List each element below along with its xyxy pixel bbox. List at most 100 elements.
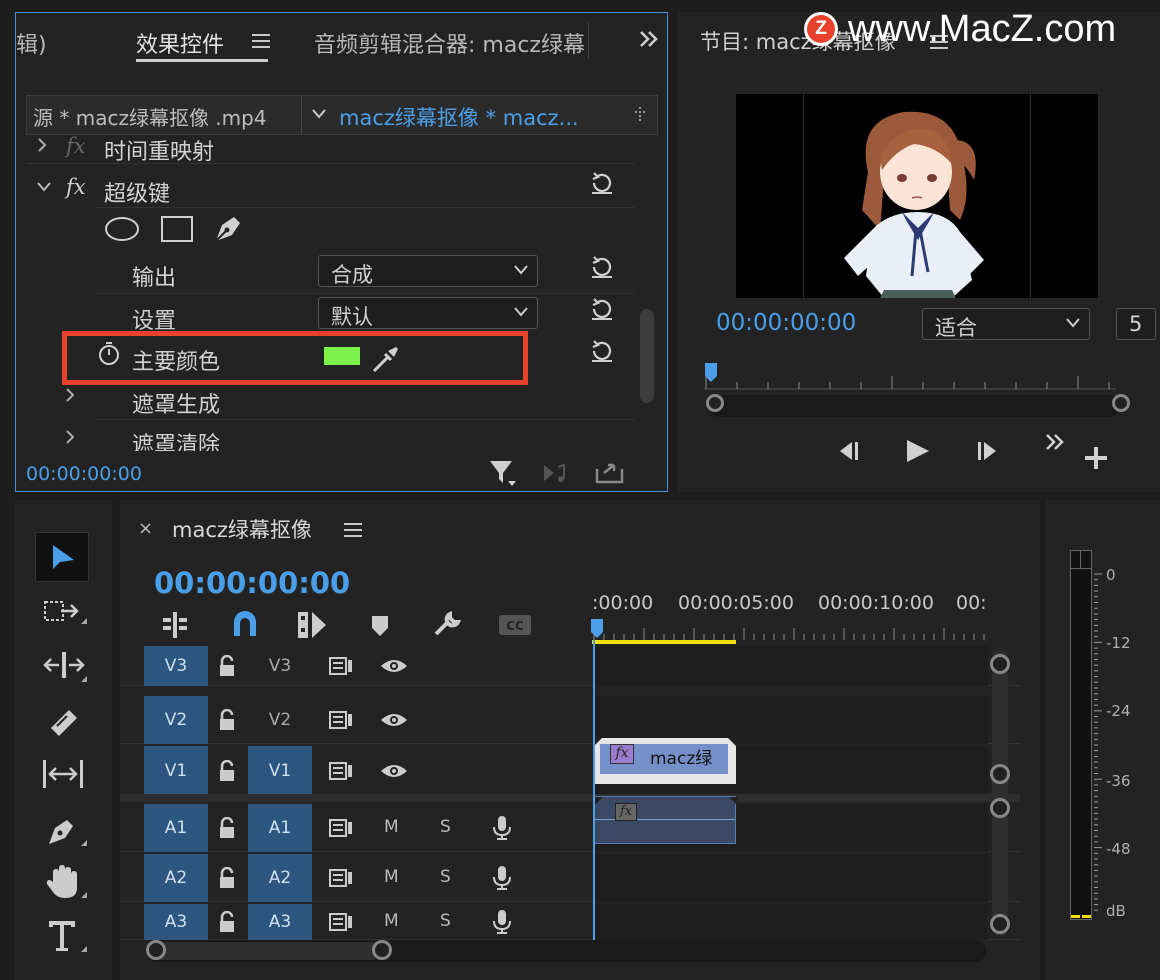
scroll-handle-right[interactable]	[372, 940, 392, 960]
step-forward-icon[interactable]	[974, 440, 1002, 462]
source-patch-a1[interactable]: A1	[144, 804, 208, 852]
source-patch-v1[interactable]: V1	[144, 746, 208, 796]
zoom-handle[interactable]	[990, 654, 1010, 674]
fx-icon[interactable]: fx	[66, 134, 86, 158]
play-audio-icon[interactable]	[542, 461, 574, 485]
sequence-title[interactable]: macz绿幕抠像	[172, 514, 312, 544]
tab-audio-clip-mixer[interactable]: 音频剪辑混合器: macz绿幕	[314, 27, 585, 59]
work-area-bar[interactable]	[592, 640, 736, 644]
track-row[interactable]: V3 V3	[120, 646, 1020, 686]
ellipse-mask-icon[interactable]	[104, 215, 140, 243]
razor-icon[interactable]	[45, 704, 81, 740]
track-target-a3[interactable]: A3	[248, 904, 312, 940]
vertical-zoom-bar[interactable]	[992, 650, 1008, 936]
ripple-edit-icon[interactable]	[41, 650, 87, 684]
selection-tool[interactable]	[35, 532, 89, 582]
panel-menu-icon[interactable]	[344, 522, 362, 538]
zoom-handle[interactable]	[990, 798, 1010, 818]
source-patch-v3[interactable]: V3	[144, 646, 208, 686]
source-patch-a2[interactable]: A2	[144, 854, 208, 902]
playhead-marker-icon[interactable]	[590, 618, 604, 640]
solo-button[interactable]: S	[440, 911, 451, 931]
expand-chevron-icon[interactable]	[64, 429, 76, 445]
scrollbar-thumb[interactable]	[148, 942, 380, 960]
export-icon[interactable]	[594, 459, 626, 485]
lock-icon[interactable]	[218, 760, 236, 782]
step-back-icon[interactable]	[834, 440, 862, 462]
filter-icon[interactable]	[488, 459, 518, 487]
scroll-handle-left[interactable]	[146, 940, 166, 960]
zoom-scrollbar[interactable]	[708, 395, 1120, 417]
track-lane[interactable]	[594, 696, 988, 744]
source-clip-label[interactable]: 源 * macz绿幕抠像 .mp4	[33, 102, 267, 131]
lock-icon[interactable]	[218, 867, 236, 889]
reset-icon[interactable]	[588, 295, 616, 323]
chevron-down-icon[interactable]	[311, 108, 327, 120]
track-lane[interactable]	[594, 854, 988, 902]
program-ruler[interactable]	[704, 368, 1116, 390]
mute-button[interactable]: M	[384, 817, 399, 837]
track-target-v3[interactable]: V3	[248, 646, 312, 686]
pen-mask-icon[interactable]	[212, 211, 246, 245]
mute-button[interactable]: M	[384, 867, 399, 887]
zoom-handle-right[interactable]	[1112, 394, 1130, 412]
reset-icon[interactable]	[588, 169, 616, 197]
video-clip[interactable]: fx macz绿	[594, 738, 736, 784]
expand-chevron-icon[interactable]	[36, 137, 48, 153]
lock-icon[interactable]	[218, 655, 236, 677]
microphone-icon[interactable]	[492, 865, 512, 891]
time-ruler[interactable]: :00:00 00:00:05:00 00:00:10:00 00:	[590, 592, 990, 622]
track-row[interactable]: V1 V1	[120, 746, 1020, 796]
lock-icon[interactable]	[218, 709, 236, 731]
peak-indicator[interactable]	[1081, 551, 1091, 569]
play-icon[interactable]	[904, 438, 932, 464]
zoom-handle[interactable]	[990, 914, 1010, 934]
lock-icon[interactable]	[218, 911, 236, 933]
sync-lock-icon[interactable]	[328, 761, 354, 781]
sync-lock-icon[interactable]	[328, 818, 354, 838]
track-row[interactable]: A3 A3 M S	[120, 904, 1020, 940]
audio-clip[interactable]: fx	[594, 796, 737, 844]
sequence-timecode[interactable]: 00:00:00:00	[154, 566, 350, 600]
zoom-handle-left[interactable]	[706, 394, 724, 412]
reset-icon[interactable]	[588, 337, 616, 365]
video-frame[interactable]	[736, 94, 1098, 298]
wrench-settings-icon[interactable]	[432, 610, 462, 640]
sequence-clip-label[interactable]: macz绿幕抠像 * macz...	[339, 102, 579, 132]
captions-icon[interactable]: CC	[498, 614, 532, 636]
slip-tool-icon[interactable]	[41, 758, 87, 792]
panel-menu-icon[interactable]	[252, 33, 270, 49]
tab-edit-partial[interactable]: 辑)	[16, 27, 47, 59]
solo-button[interactable]: S	[440, 867, 451, 887]
track-row[interactable]: A1 A1 M S	[120, 804, 1020, 852]
track-select-icon[interactable]	[43, 598, 87, 630]
matte-generation-label[interactable]: 遮罩生成	[132, 387, 220, 419]
resolution-dropdown[interactable]: 5	[1116, 308, 1156, 340]
peak-indicator[interactable]	[1071, 551, 1081, 569]
track-target-v1[interactable]: V1	[248, 746, 312, 796]
mute-button[interactable]: M	[384, 911, 399, 931]
track-target-a1[interactable]: A1	[248, 804, 312, 852]
time-remap-label[interactable]: 时间重映射	[104, 134, 214, 166]
linked-selection-icon[interactable]	[296, 610, 328, 640]
output-dropdown[interactable]: 合成	[318, 255, 538, 287]
add-button-icon[interactable]	[1084, 446, 1108, 470]
sync-lock-icon[interactable]	[328, 912, 354, 932]
add-marker-icon[interactable]	[370, 612, 390, 638]
expand-chevron-icon[interactable]	[64, 387, 76, 403]
reset-icon[interactable]	[588, 253, 616, 281]
eye-icon[interactable]	[380, 712, 408, 728]
snap-magnet-icon[interactable]	[230, 610, 260, 640]
pen-tool-icon[interactable]	[45, 812, 87, 848]
video-audio-divider[interactable]	[120, 794, 1020, 802]
collapse-chevron-icon[interactable]	[36, 181, 52, 193]
grip-icon[interactable]	[635, 106, 645, 122]
eye-icon[interactable]	[380, 763, 408, 779]
eye-icon[interactable]	[380, 658, 408, 674]
hand-tool-icon[interactable]	[45, 864, 87, 900]
track-lane[interactable]	[594, 904, 988, 940]
track-target-a2[interactable]: A2	[248, 854, 312, 902]
track-row[interactable]: V2 V2	[120, 696, 1020, 744]
matte-cleanup-label[interactable]: 遮罩清除	[132, 427, 220, 451]
microphone-icon[interactable]	[492, 815, 512, 841]
